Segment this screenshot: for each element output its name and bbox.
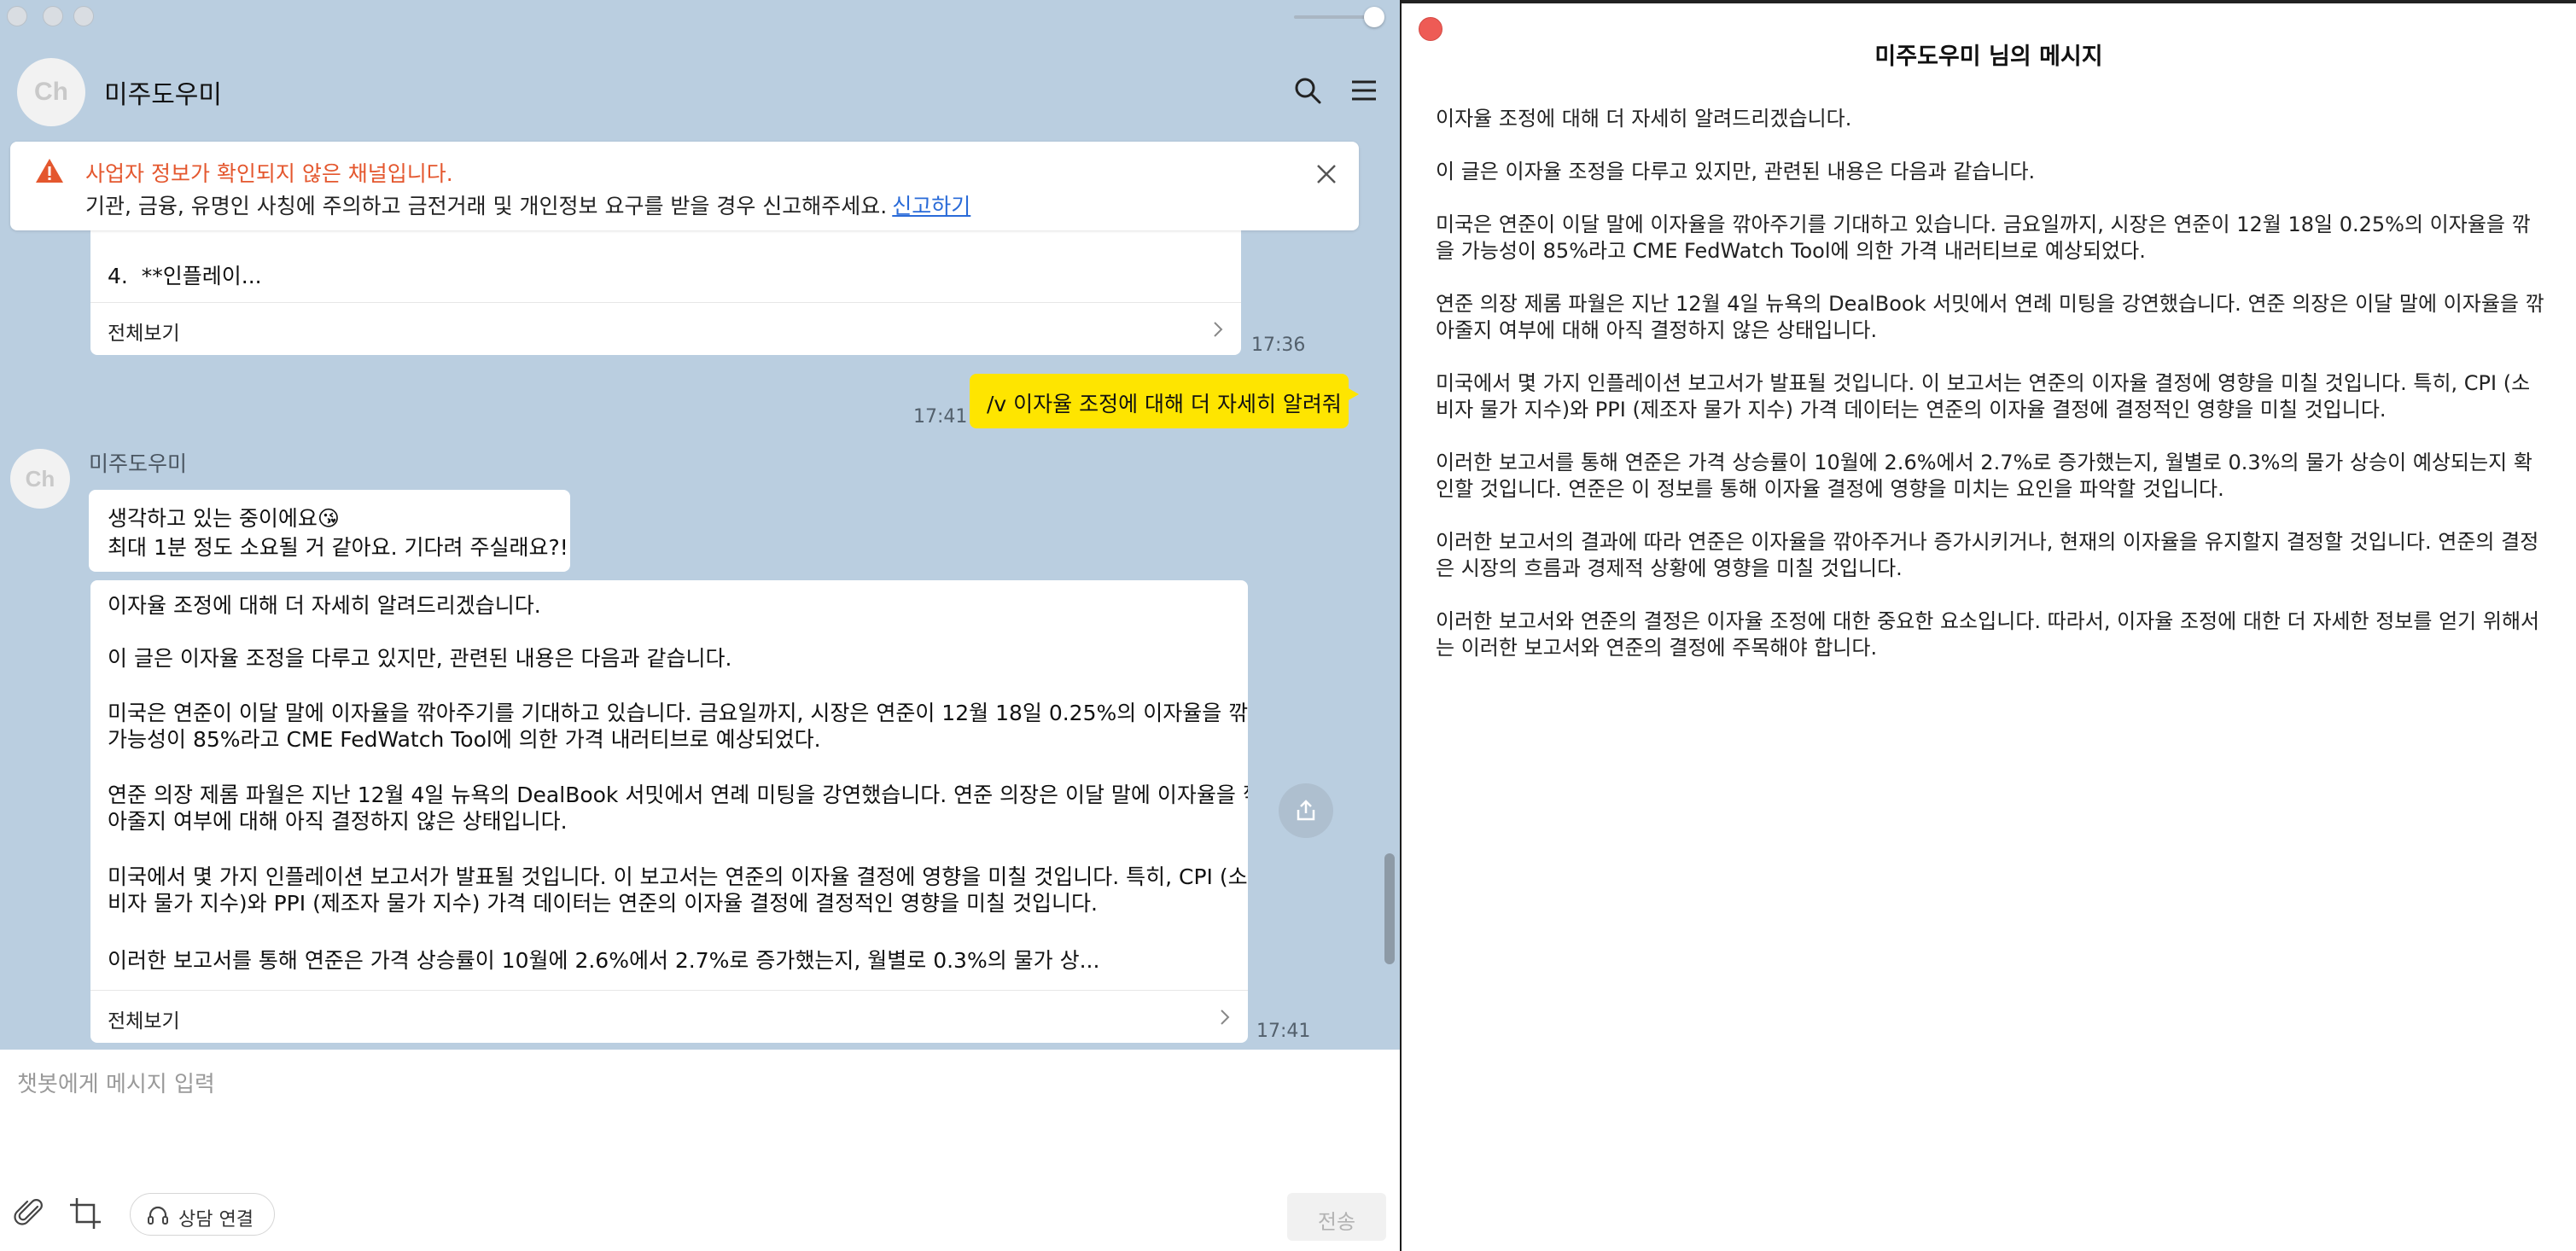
message-paragraph: 이 글은 이자율 조정을 다루고 있지만, 관련된 내용은 다음과 같습니다.	[1436, 160, 2036, 183]
opacity-slider-knob[interactable]	[1364, 7, 1384, 27]
window-close-button[interactable]	[7, 6, 27, 26]
consult-connect-button[interactable]: 상담 연결	[130, 1193, 275, 1236]
window-minimize-button[interactable]	[43, 6, 63, 26]
message-input-area: 상담 연결 전송	[0, 1050, 1400, 1251]
answer-paragraph: 이 글은 이자율 조정을 다루고 있지만, 관련된 내용은 다음과 같습니다.	[108, 646, 732, 671]
answer-card[interactable]: 이자율 조정에 대해 더 자세히 알려드리겠습니다. 이 글은 이자율 조정을 …	[90, 580, 1248, 1043]
message-input[interactable]	[0, 1050, 1400, 1178]
chat-title: 미주도우미	[104, 80, 222, 110]
unverified-channel-warning: 사업자 정보가 확인되지 않은 채널입니다. 기관, 금융, 유명인 사칭에 주…	[10, 142, 1359, 230]
message-paragraph: 이러한 보고서의 결과에 따라 연준은 이자율을 깎아주거나 증가시키거나, 현…	[1436, 530, 2539, 580]
message-paragraph: 이러한 보고서와 연준의 결정은 이자율 조정에 대한 중요한 요소입니다. 따…	[1436, 609, 2540, 660]
bot-name: 미주도우미	[89, 451, 188, 476]
warning-icon	[36, 159, 63, 183]
window-zoom-button[interactable]	[73, 6, 94, 26]
view-more-label: 전체보기	[108, 323, 180, 345]
answer-paragraph: 이러한 보고서를 통해 연준은 가격 상승률이 10월에 2.6%에서 2.7%…	[108, 948, 1100, 973]
menu-icon[interactable]	[1349, 75, 1379, 106]
consult-connect-label: 상담 연결	[178, 1209, 254, 1231]
message-time: 17:41	[1256, 1021, 1311, 1042]
message-window-title: 미주도우미 님의 메시지	[1874, 44, 2103, 70]
headset-icon	[148, 1206, 168, 1225]
share-icon	[1297, 800, 1315, 821]
close-icon[interactable]	[1313, 160, 1340, 188]
my-message-bubble[interactable]: /v 이자율 조정에 대해 더 자세히 알려줘	[970, 374, 1359, 428]
chevron-right-icon	[1214, 322, 1223, 337]
message-time: 17:41	[913, 406, 968, 428]
message-paragraph: 미국은 연준이 이달 말에 이자율을 깎아주기를 기대하고 있습니다. 금요일까…	[1436, 212, 2531, 263]
message-window-body: 이자율 조정에 대해 더 자세히 알려드리겠습니다. 이 글은 이자율 조정을 …	[1436, 106, 2545, 688]
send-button[interactable]: 전송	[1287, 1193, 1386, 1241]
warning-title: 사업자 정보가 확인되지 않은 채널입니다.	[85, 161, 453, 186]
message-paragraph: 이러한 보고서를 통해 연준은 가격 상승률이 10월에 2.6%에서 2.7%…	[1436, 451, 2532, 501]
bot-avatar[interactable]: Ch	[10, 449, 70, 509]
chevron-right-icon	[1221, 1010, 1230, 1025]
previous-view-more-row[interactable]: 전체보기	[90, 302, 1241, 355]
message-paragraph: 미국에서 몇 가지 인플레이션 보고서가 발표될 것입니다. 이 보고서는 연준…	[1436, 371, 2531, 422]
chat-scrollbar-thumb[interactable]	[1384, 853, 1395, 964]
message-time: 17:36	[1251, 335, 1306, 356]
thinking-line-2: 최대 1분 정도 소요될 거 같아요. 기다려 주실래요?!	[108, 535, 568, 560]
thinking-line-1: 생각하고 있는 중이에요😘	[108, 506, 340, 531]
chat-window: Ch 미주도우미 4. **인플레이... 전체보기 17:36 사업자 정보가	[0, 0, 1400, 1251]
answer-paragraph: 미국은 연준이 이달 말에 이자율을 깎아주기를 기대하고 있습니다. 금요일까…	[108, 701, 1248, 752]
previous-answer-text: 4. **인플레이...	[108, 264, 262, 288]
share-button[interactable]	[1279, 783, 1333, 838]
answer-view-more-row[interactable]: 전체보기	[90, 990, 1248, 1043]
report-link[interactable]: 신고하기	[892, 194, 970, 218]
message-paragraph: 이자율 조정에 대해 더 자세히 알려드리겠습니다.	[1436, 107, 1852, 131]
avatar-logo-text: Ch	[34, 78, 68, 106]
paperclip-icon[interactable]	[14, 1196, 48, 1231]
window-titlebar	[0, 0, 1400, 38]
bubble-tail	[1347, 387, 1359, 401]
channel-avatar[interactable]: Ch	[17, 58, 85, 126]
message-detail-window: 미주도우미 님의 메시지 이자율 조정에 대해 더 자세히 알려드리겠습니다. …	[1402, 0, 2576, 1251]
search-icon[interactable]	[1292, 75, 1323, 106]
warning-body-text: 기관, 금융, 유명인 사칭에 주의하고 금전거래 및 개인정보 요구를 받을 …	[85, 194, 888, 218]
my-message-text: /v 이자율 조정에 대해 더 자세히 알려줘	[987, 392, 1342, 416]
bot-thinking-bubble[interactable]: 생각하고 있는 중이에요😘 최대 1분 정도 소요될 거 같아요. 기다려 주실…	[89, 490, 570, 572]
message-paragraph: 연준 의장 제롬 파월은 지난 12월 4일 뉴욕의 DealBook 서밋에서…	[1436, 292, 2544, 342]
avatar-logo-text: Ch	[25, 465, 55, 492]
chat-header: Ch 미주도우미	[0, 51, 1400, 130]
answer-paragraph: 연준 의장 제롬 파월은 지난 12월 4일 뉴욕의 DealBook 서밋에서…	[108, 783, 1248, 834]
answer-paragraph: 미국에서 몇 가지 인플레이션 보고서가 발표될 것입니다. 이 보고서는 연준…	[108, 864, 1248, 916]
answer-paragraph: 이자율 조정에 대해 더 자세히 알려드리겠습니다.	[108, 593, 541, 618]
view-more-label: 전체보기	[108, 1010, 180, 1033]
warning-body: 기관, 금융, 유명인 사칭에 주의하고 금전거래 및 개인정보 요구를 받을 …	[85, 189, 970, 220]
crop-icon[interactable]	[68, 1196, 102, 1231]
send-label: 전송	[1317, 1210, 1356, 1234]
